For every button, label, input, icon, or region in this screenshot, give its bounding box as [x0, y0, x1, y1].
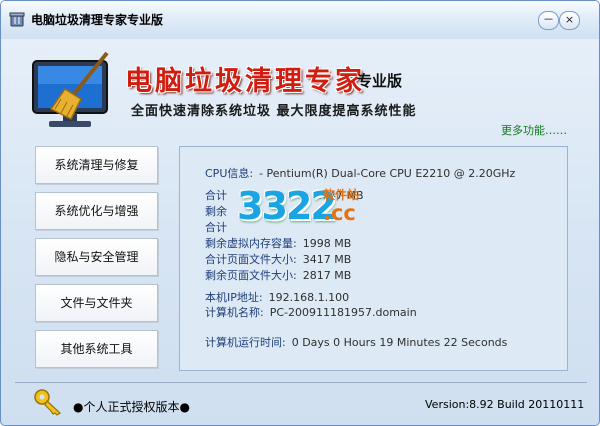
- minimize-button[interactable]: －: [538, 11, 559, 30]
- more-features-link[interactable]: 更多功能……: [501, 122, 567, 138]
- nav-button-system-optimize[interactable]: 系统优化与增强: [35, 192, 158, 230]
- recycle-bin-icon: [9, 12, 25, 27]
- brand-title: 电脑垃圾清理专家: [125, 66, 365, 97]
- slogan-text: 全面快速清除系统垃圾 最大限度提高系统性能: [131, 104, 417, 119]
- nav-button-other-tools[interactable]: 其他系统工具: [35, 330, 158, 368]
- pagefile-free-label: 剩余页面文件大小:: [205, 269, 297, 282]
- computer-name-row: 计算机名称: PC-200911181957.domain: [205, 304, 417, 320]
- license-text: ●个人正式授权版本●: [73, 400, 190, 414]
- nav-button-privacy-security[interactable]: 隐私与安全管理: [35, 238, 158, 276]
- pagefile-total-label: 合计页面文件大小:: [205, 253, 297, 266]
- key-icon: [34, 389, 61, 416]
- computer-name-label: 计算机名称:: [205, 306, 264, 319]
- nav-button-system-cleanup[interactable]: 系统清理与修复: [35, 146, 158, 184]
- app-window: 电脑垃圾清理专家专业版 － × 电脑垃圾清理专家 专业版 全面快速清除系统垃圾 …: [0, 0, 600, 426]
- watermark-number: 3322: [237, 184, 337, 228]
- memory-total-label: 合计: [205, 189, 227, 202]
- pagefile-free-row: 剩余页面文件大小: 2817 MB: [205, 267, 351, 283]
- watermark-domain: .cc: [323, 201, 356, 225]
- memory-free-label: 剩余: [205, 205, 227, 218]
- uptime-label: 计算机运行时间:: [205, 336, 286, 349]
- virtual-total-row: 合计: [205, 219, 227, 235]
- window-title: 电脑垃圾清理专家专业版: [31, 13, 164, 27]
- ip-address-value: 192.168.1.100: [268, 291, 350, 304]
- site-watermark: 3322 软件站 .cc: [237, 184, 387, 239]
- footer-divider: [15, 382, 587, 383]
- edition-label: 专业版: [357, 72, 403, 90]
- header-banner: 电脑垃圾清理专家 专业版 全面快速清除系统垃圾 最大限度提高系统性能: [1, 39, 599, 131]
- pagefile-total-row: 合计页面文件大小: 3417 MB: [205, 251, 351, 267]
- monitor-broom-logo-icon: [32, 51, 109, 127]
- ip-address-row: 本机IP地址: 192.168.1.100: [205, 289, 349, 305]
- pagefile-free-value: 2817 MB: [302, 269, 352, 282]
- virtual-total-label: 合计: [205, 221, 227, 234]
- close-button[interactable]: ×: [559, 11, 580, 30]
- version-text: Version:8.92 Build 20110111: [425, 398, 585, 411]
- title-bar[interactable]: 电脑垃圾清理专家专业版 － ×: [1, 1, 599, 39]
- cpu-info-value: - Pentium(R) Dual-Core CPU E2210 @ 2.20G…: [259, 167, 516, 180]
- uptime-value: 0 Days 0 Hours 19 Minutes 22 Seconds: [291, 336, 508, 349]
- pagefile-total-value: 3417 MB: [302, 253, 352, 266]
- computer-name-value: PC-200911181957.domain: [269, 306, 417, 319]
- memory-free-row: 剩余: [205, 203, 227, 219]
- cpu-info-row: CPU信息: - Pentium(R) Dual-Core CPU E2210 @…: [205, 165, 515, 181]
- ip-address-label: 本机IP地址:: [205, 291, 263, 304]
- uptime-row: 计算机运行时间: 0 Days 0 Hours 19 Minutes 22 Sec…: [205, 334, 507, 350]
- nav-button-files-folders[interactable]: 文件与文件夹: [35, 284, 158, 322]
- cpu-info-label: CPU信息:: [205, 167, 254, 180]
